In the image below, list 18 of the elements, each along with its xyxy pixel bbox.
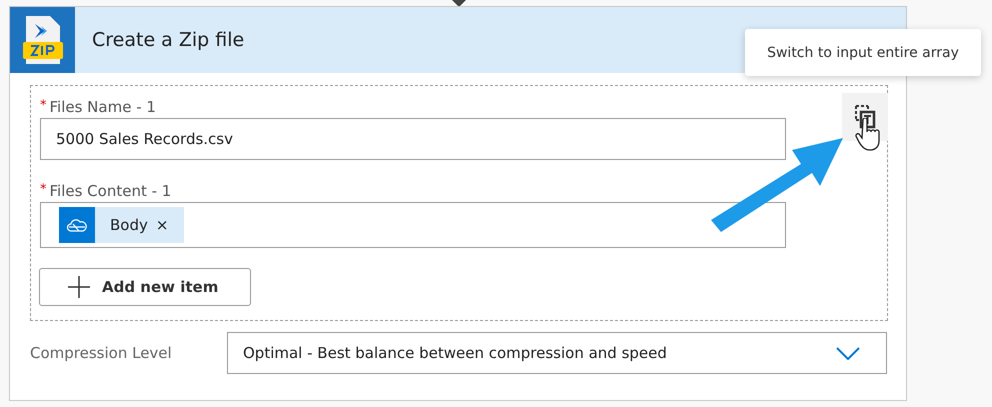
field-label: Files Content - 1 — [50, 182, 172, 200]
input-field[interactable]: 5000 Sales Records.csv — [40, 118, 786, 160]
cloud-icon — [67, 218, 87, 232]
required-icon: * — [40, 182, 46, 200]
remove-token-button[interactable]: × — [156, 216, 168, 234]
field-label: Files Name - 1 — [50, 98, 156, 116]
zip-file-icon — [22, 14, 62, 66]
dynamic-content-token[interactable]: Body × — [59, 207, 184, 243]
compression-dropdown[interactable]: Optimal - Best balance between compression and speed — [227, 332, 887, 374]
chevron-down-icon — [836, 346, 860, 360]
compression-label: Compression Level — [30, 344, 173, 362]
add-item-button[interactable]: Add new item — [39, 268, 251, 306]
tooltip: Switch to input entire array — [745, 29, 981, 76]
action-title: Create a Zip file — [92, 29, 244, 51]
required-icon: * — [40, 98, 46, 116]
connector-arrow-icon — [452, 0, 466, 7]
plus-icon — [68, 276, 90, 298]
array-toggle-icon — [853, 104, 877, 130]
